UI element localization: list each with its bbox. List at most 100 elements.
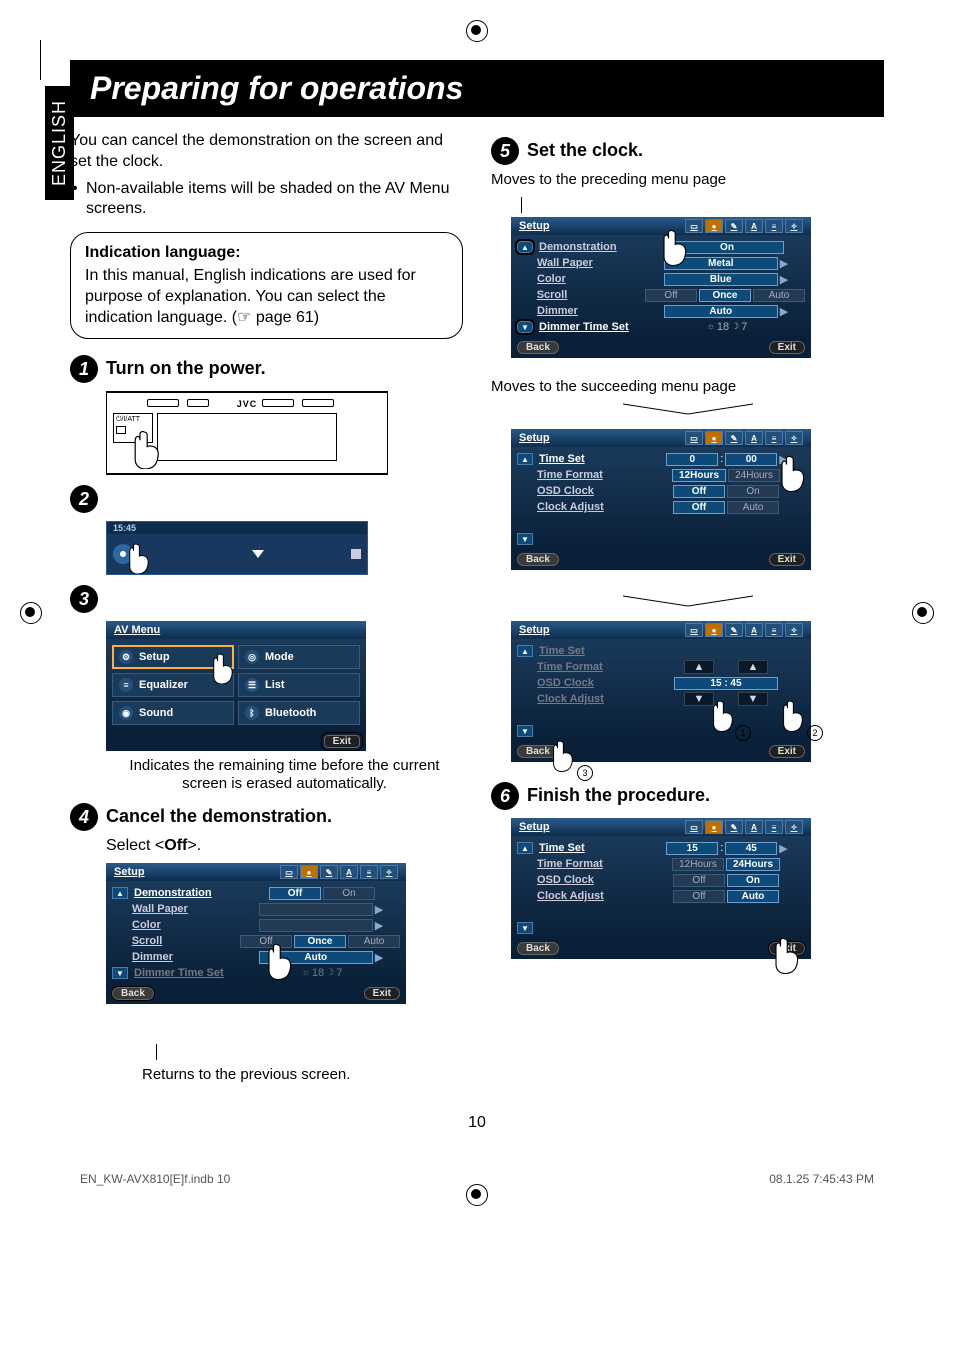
osd-tab-icon: ● — [705, 219, 723, 233]
opt-off[interactable]: Off — [673, 485, 725, 498]
opt-off[interactable]: Off — [673, 501, 725, 514]
osd-tab-icon: ● — [705, 820, 723, 834]
opt-auto[interactable]: Auto — [348, 935, 400, 948]
opt-auto[interactable]: Auto — [727, 501, 779, 514]
osd-tab-icon: ▭ — [685, 431, 703, 445]
page-up-icon[interactable]: ▲ — [517, 453, 533, 465]
gear-icon: ⚙ — [119, 650, 133, 664]
exit-button[interactable]: Exit — [769, 341, 805, 354]
back-button[interactable]: Back — [517, 942, 559, 955]
page-down-icon[interactable]: ▼ — [112, 967, 128, 979]
opt-blue[interactable]: Blue — [664, 273, 778, 286]
opt-off[interactable]: Off — [673, 890, 725, 903]
min-down-icon[interactable]: ▼ — [738, 692, 768, 706]
indication-language-title: Indication language: — [85, 243, 448, 264]
caption-preceding: Moves to the preceding menu page — [491, 171, 884, 189]
separator-icon — [618, 402, 758, 416]
av-exit-button[interactable]: Exit — [324, 735, 360, 748]
av-menu-list[interactable]: ☰List — [238, 673, 360, 697]
time-hour[interactable]: 15 — [666, 842, 718, 855]
row-scroll[interactable]: Scroll — [132, 935, 240, 947]
osd-tab-icon: ▭ — [280, 865, 298, 879]
intro-text: You can cancel the demonstration on the … — [70, 131, 463, 173]
finger-icon — [773, 936, 803, 972]
av-menu-mode[interactable]: ◎Mode — [238, 645, 360, 669]
opt-wallpaper[interactable] — [259, 903, 373, 916]
exit-button[interactable]: Exit — [769, 553, 805, 566]
opt-off[interactable]: Off — [269, 887, 321, 900]
intro-bullet: Non-available items will be shaded on th… — [70, 179, 463, 221]
opt-color[interactable] — [259, 919, 373, 932]
opt-on[interactable]: On — [727, 874, 779, 887]
page-up-icon[interactable]: ▲ — [517, 645, 533, 657]
opt-24h[interactable]: 24Hours — [726, 858, 780, 871]
opt-on[interactable]: On — [727, 485, 779, 498]
time-minute[interactable]: 45 — [725, 842, 777, 855]
setup-panel-finish: Setup ▭●✎A≡✧ ▲Time Set15:45▶ Time Format… — [511, 818, 811, 959]
row-time-set: Time Set — [539, 645, 649, 657]
row-color[interactable]: Color — [132, 919, 242, 931]
page-down-icon[interactable]: ▼ — [517, 321, 533, 333]
exit-button[interactable]: Exit — [769, 745, 805, 758]
row-dimmer-time[interactable]: Dimmer Time Set — [134, 967, 244, 979]
av-menu-setup[interactable]: ⚙Setup — [112, 645, 234, 669]
back-button[interactable]: Back — [517, 341, 559, 354]
opt-24h[interactable]: 24Hours — [728, 469, 780, 482]
opt-auto[interactable]: Auto — [727, 890, 779, 903]
page-down-icon[interactable]: ▼ — [517, 533, 533, 545]
row-clock-adjust[interactable]: Clock Adjust — [537, 890, 647, 902]
stop-icon — [351, 549, 361, 559]
print-mark-icon — [912, 602, 934, 624]
row-time-set[interactable]: Time Set — [539, 842, 649, 854]
row-scroll[interactable]: Scroll — [537, 289, 645, 301]
equalizer-icon: ≡ — [119, 678, 133, 692]
page-up-icon[interactable]: ▲ — [112, 887, 128, 899]
row-osd-clock[interactable]: OSD Clock — [537, 485, 647, 497]
hour-up-icon[interactable]: ▲ — [684, 660, 714, 674]
row-dimmer[interactable]: Dimmer — [132, 951, 242, 963]
opt-auto[interactable]: Auto — [664, 305, 778, 318]
page-up-icon[interactable]: ▲ — [517, 842, 533, 854]
row-color[interactable]: Color — [537, 273, 647, 285]
osd-tab-icon: ✧ — [785, 623, 803, 637]
hour-down-icon[interactable]: ▼ — [684, 692, 714, 706]
page-down-icon[interactable]: ▼ — [517, 922, 533, 934]
opt-off[interactable]: Off — [673, 874, 725, 887]
step-number-4: 4 — [70, 803, 98, 831]
step-number-6: 6 — [491, 782, 519, 810]
opt-once[interactable]: Once — [294, 935, 346, 948]
row-time-set[interactable]: Time Set — [539, 453, 649, 465]
opt-on[interactable]: On — [323, 887, 375, 900]
min-up-icon[interactable]: ▲ — [738, 660, 768, 674]
row-time-format[interactable]: Time Format — [537, 858, 647, 870]
page-down-icon[interactable]: ▼ — [517, 725, 533, 737]
page-up-icon[interactable]: ▲ — [517, 241, 533, 253]
row-demonstration[interactable]: Demonstration — [134, 887, 244, 899]
back-button[interactable]: Back — [517, 553, 559, 566]
row-dimmer-time[interactable]: Dimmer Time Set — [539, 321, 649, 333]
opt-once[interactable]: Once — [699, 289, 751, 302]
time-minute[interactable]: 00 — [725, 453, 777, 466]
opt-12h[interactable]: 12Hours — [672, 469, 726, 482]
device-figure: JVC ⏻/I/ATT — [106, 391, 388, 475]
opt-12h[interactable]: 12Hours — [672, 858, 724, 871]
time-hour[interactable]: 0 — [666, 453, 718, 466]
opt-auto[interactable]: Auto — [753, 289, 805, 302]
row-osd-clock[interactable]: OSD Clock — [537, 874, 647, 886]
av-menu-sound[interactable]: ◉Sound — [112, 701, 234, 725]
row-wallpaper[interactable]: Wall Paper — [132, 903, 242, 915]
row-demonstration[interactable]: Demonstration — [539, 241, 649, 253]
dropdown-icon — [252, 550, 264, 558]
finger-icon — [211, 652, 237, 684]
finger-icon — [266, 942, 296, 978]
row-dimmer[interactable]: Dimmer — [537, 305, 647, 317]
row-wallpaper[interactable]: Wall Paper — [537, 257, 647, 269]
setup-panel-demo: Setup ▭ ● ✎ A ≡ ✧ ▲Demonstration OffOn — [106, 863, 406, 1004]
back-button[interactable]: Back — [112, 987, 154, 1000]
av-menu-bluetooth[interactable]: ᛒBluetooth — [238, 701, 360, 725]
annotation-1: 1 — [735, 725, 751, 741]
row-time-format[interactable]: Time Format — [537, 469, 647, 481]
row-clock-adjust[interactable]: Clock Adjust — [537, 501, 647, 513]
opt-off[interactable]: Off — [645, 289, 697, 302]
exit-button[interactable]: Exit — [364, 987, 400, 1000]
